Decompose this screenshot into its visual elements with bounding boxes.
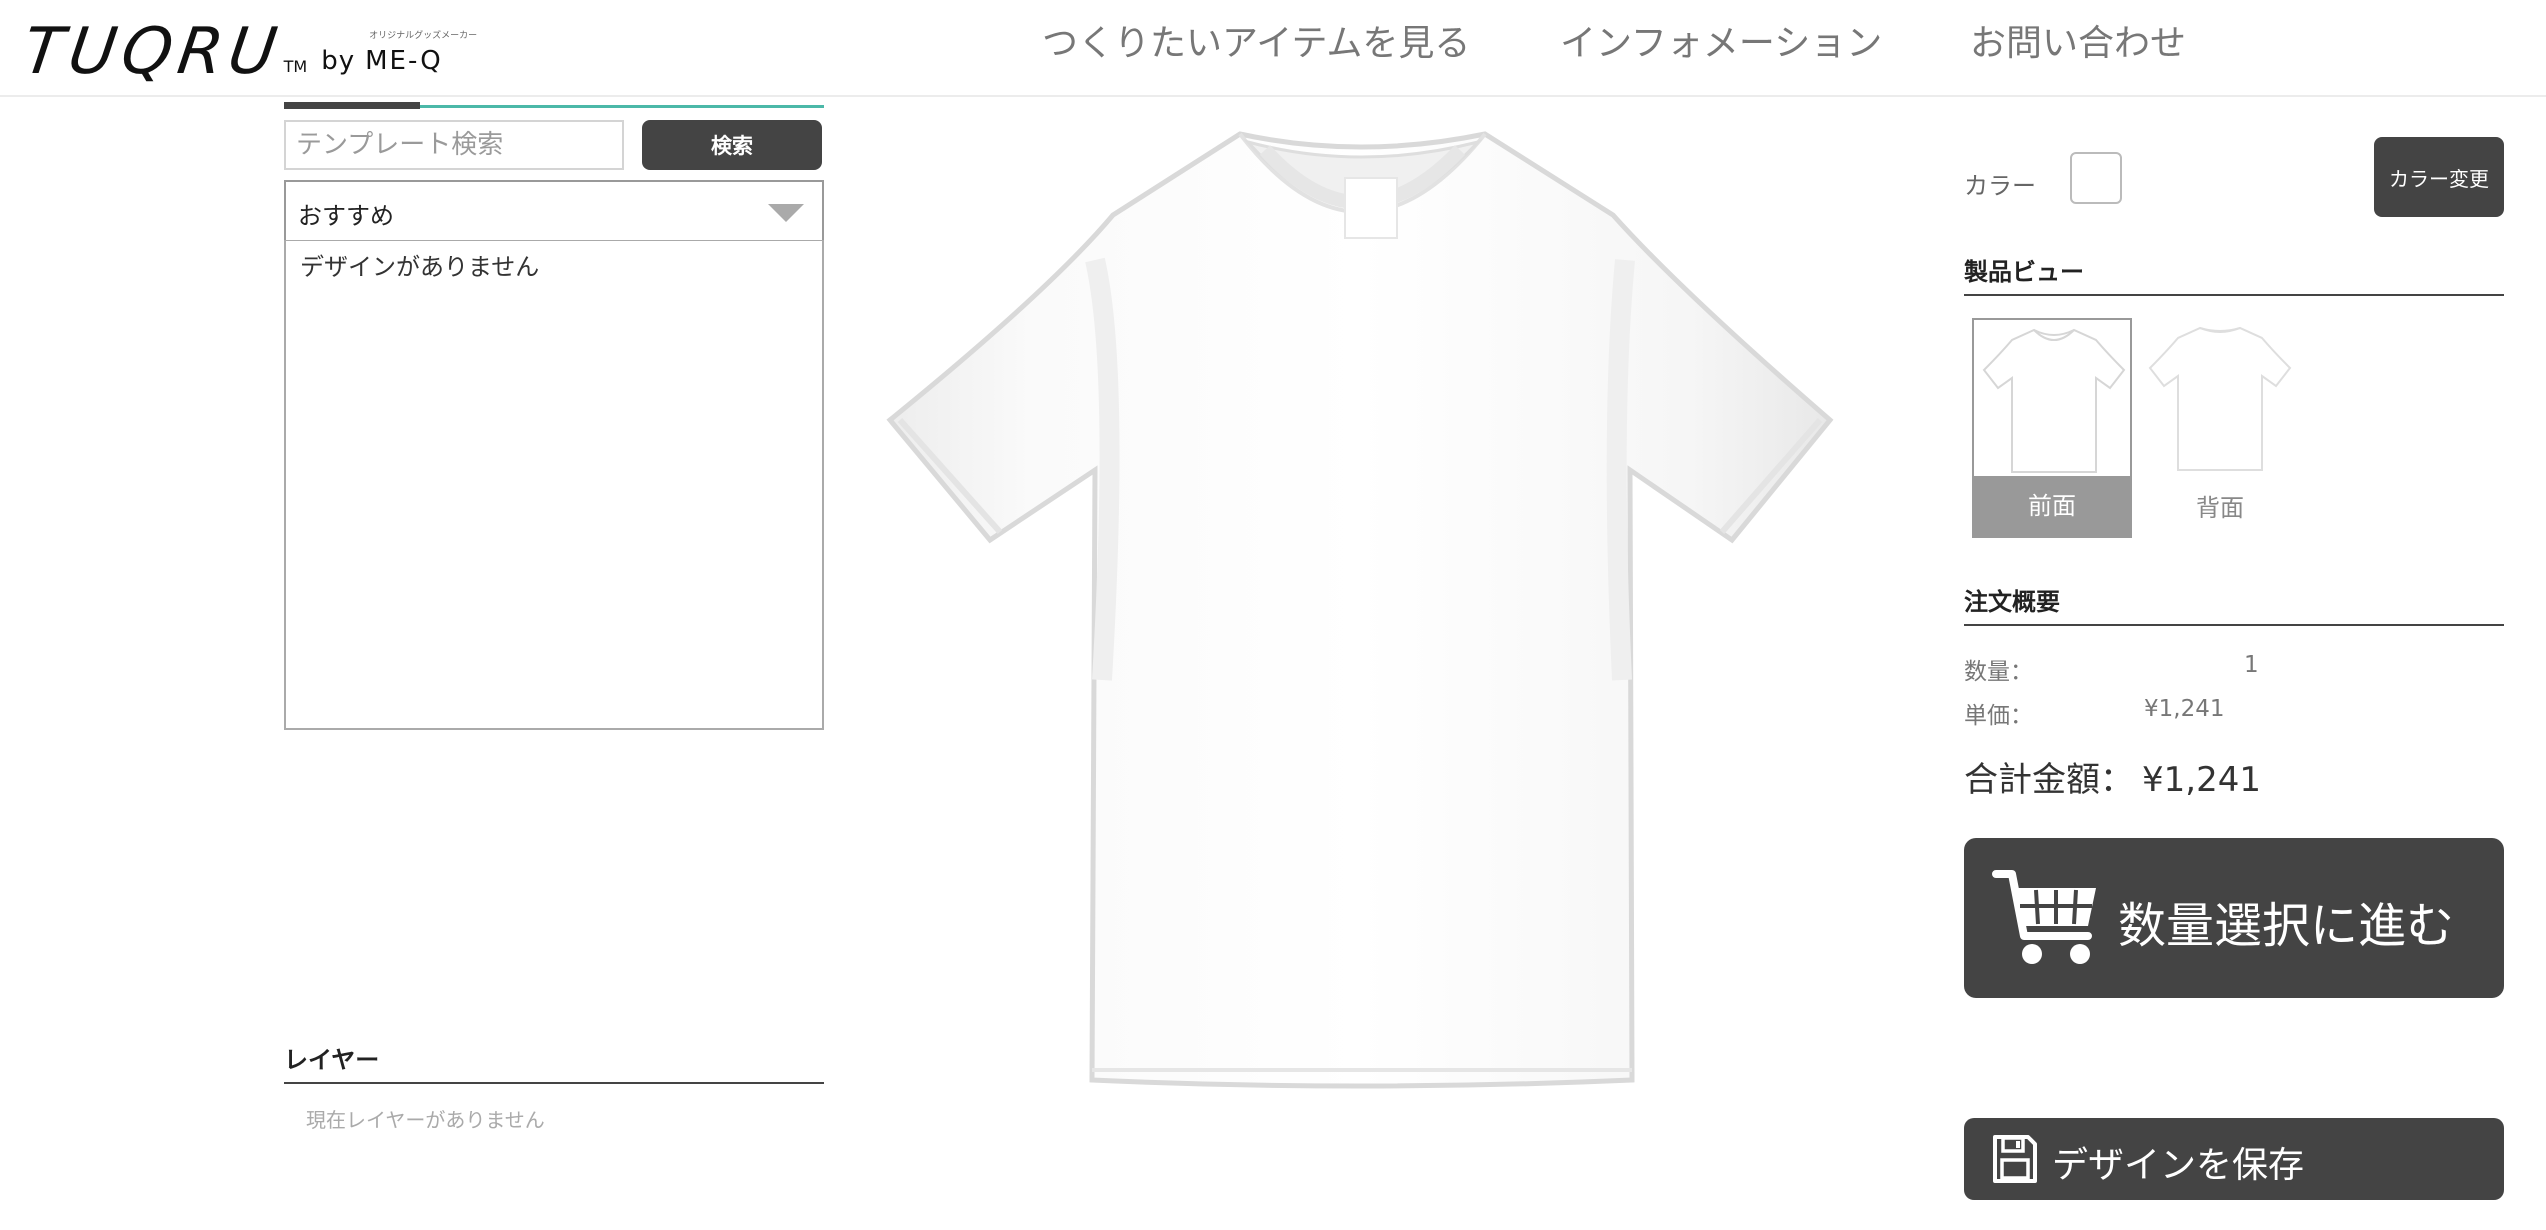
tshirt-front-thumbnail: [1982, 328, 2126, 473]
quantity-value: 1: [2244, 652, 2259, 678]
view-front[interactable]: 前面: [1972, 318, 2132, 538]
view-front-label: 前面: [1974, 476, 2130, 536]
nav-item-items[interactable]: つくりたいアイテムを見る: [1042, 18, 1470, 70]
product-view-divider: [1964, 294, 2504, 296]
save-button-label: デザインを保存: [2052, 1145, 2305, 1186]
view-back-label: 背面: [2196, 494, 2244, 522]
save-design-button[interactable]: デザインを保存: [1964, 1118, 2504, 1200]
proceed-to-quantity-button[interactable]: 数量選択に進む: [1964, 838, 2504, 998]
change-color-button[interactable]: カラー変更: [2374, 137, 2504, 217]
layers-empty: 現在レイヤーがありません: [306, 1108, 545, 1132]
order-summary-divider: [1964, 624, 2504, 626]
logo-brand-text: ME-Q: [365, 46, 443, 76]
sort-select-value: おすすめ: [298, 202, 394, 230]
logo-brand-tagline: オリジナルグッズメーカー: [369, 31, 478, 41]
unit-price-label: 単価：: [1964, 703, 2033, 729]
total-label: 合計金額：: [1964, 760, 2134, 800]
order-summary-title: 注文概要: [1964, 588, 2060, 616]
tshirt-front-image: [886, 131, 1834, 1089]
logo-trademark: TM: [283, 57, 308, 76]
product-view-title: 製品ビュー: [1964, 258, 2084, 286]
logo-by: by: [321, 46, 356, 76]
proceed-button-label: 数量選択に進む: [2118, 898, 2455, 954]
design-canvas[interactable]: [880, 120, 1840, 1090]
nav-item-information[interactable]: インフォメーション: [1560, 18, 1882, 70]
sort-select[interactable]: おすすめ: [284, 180, 824, 242]
quantity-label: 数量：: [1964, 659, 2033, 685]
logo-brand: オリジナルグッズメーカー ME-Q: [365, 31, 477, 76]
tab-active-indicator[interactable]: [284, 102, 420, 109]
nav-item-contact[interactable]: お問い合わせ: [1970, 18, 2186, 70]
tshirt-back-thumbnail: [2148, 326, 2292, 471]
layers-title: レイヤー: [284, 1046, 380, 1074]
total-price: 合計金額： ¥1,241: [1964, 752, 2261, 801]
floppy-disk-icon: [1993, 1135, 2037, 1183]
template-list[interactable]: デザインがありません: [284, 240, 824, 730]
chevron-down-icon: [768, 204, 804, 222]
logo-wordmark: TUQRU: [18, 15, 287, 89]
template-list-empty: デザインがありません: [300, 253, 540, 281]
total-value: ¥1,241: [2142, 760, 2261, 800]
site-header: TUQRU TM by オリジナルグッズメーカー ME-Q つくりたいアイテムを見…: [0, 0, 2546, 97]
color-label: カラー: [1964, 172, 2036, 200]
template-search-button[interactable]: 検索: [642, 120, 822, 170]
view-back[interactable]: 背面: [2140, 318, 2300, 538]
site-logo[interactable]: TUQRU TM by オリジナルグッズメーカー ME-Q: [19, 8, 477, 89]
template-search-input[interactable]: [284, 120, 624, 170]
layers-divider: [284, 1082, 824, 1084]
color-swatch[interactable]: [2070, 152, 2122, 204]
unit-price-value: ¥1,241: [2144, 696, 2225, 722]
cart-icon: [1992, 870, 2096, 964]
